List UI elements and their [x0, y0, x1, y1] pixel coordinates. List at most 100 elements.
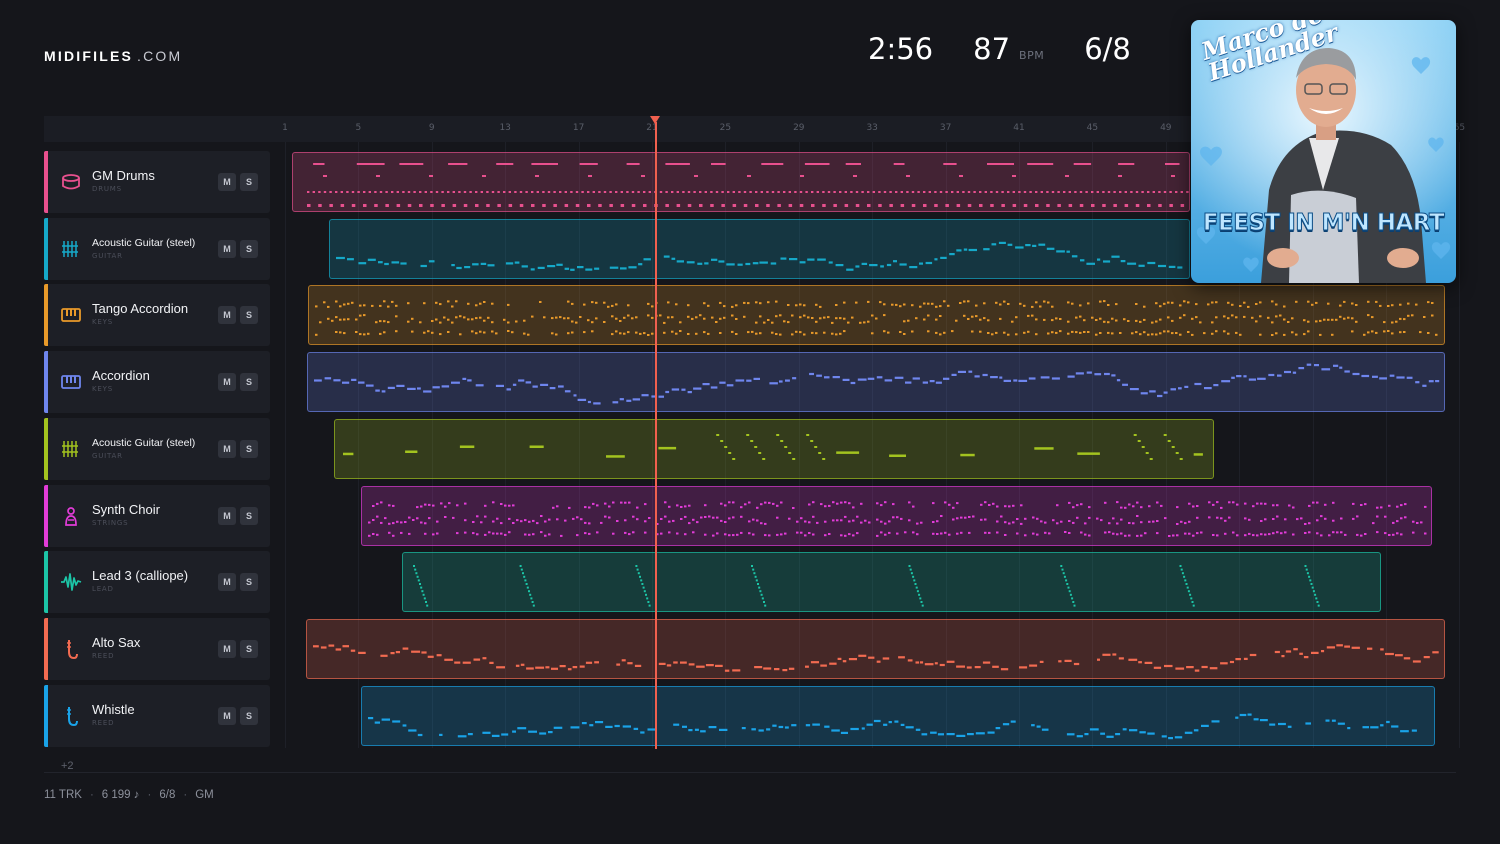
track-header[interactable]: Whistle REED M S: [44, 684, 270, 747]
mute-button[interactable]: M: [218, 373, 236, 392]
midi-note: [1102, 191, 1105, 193]
midi-note: [1156, 519, 1159, 522]
midi-note: [956, 204, 961, 207]
midi-note: [1040, 376, 1050, 379]
midi-note: [724, 520, 727, 523]
solo-button[interactable]: S: [240, 439, 258, 458]
midi-note: [1191, 318, 1194, 321]
midi-note: [1073, 604, 1076, 607]
midi-note: [966, 666, 972, 669]
solo-button[interactable]: S: [240, 373, 258, 392]
midi-note: [831, 728, 840, 732]
midi-note: [1010, 720, 1016, 723]
midi-note: [761, 597, 764, 600]
midi-note: [1248, 378, 1256, 381]
midi-clip[interactable]: [361, 685, 1435, 746]
midi-note: [526, 667, 534, 670]
midi-clip[interactable]: [361, 485, 1432, 546]
midi-note: [459, 445, 475, 448]
midi-note: [916, 522, 919, 525]
midi-note: [600, 521, 603, 524]
midi-note: [895, 191, 898, 193]
midi-note: [1059, 330, 1062, 333]
midi-clip[interactable]: [306, 618, 1445, 679]
midi-note: [359, 314, 362, 317]
solo-button[interactable]: S: [240, 639, 258, 658]
track-header[interactable]: Accordion KEYS M S: [44, 351, 270, 414]
midi-note: [1364, 532, 1367, 535]
midi-note: [532, 519, 535, 522]
midi-note: [1164, 516, 1167, 519]
midi-note: [480, 191, 483, 193]
midi-clip[interactable]: [292, 152, 1190, 212]
midi-note: [1067, 586, 1070, 589]
midi-note: [712, 534, 715, 537]
midi-note: [603, 321, 606, 324]
track-header[interactable]: Acoustic Guitar (steel) GUITAR M S: [44, 417, 270, 480]
midi-note: [343, 303, 346, 306]
midi-note: [340, 204, 345, 207]
mute-button[interactable]: M: [218, 706, 236, 725]
more-tracks-indicator[interactable]: +2: [61, 760, 74, 772]
mute-button[interactable]: M: [218, 573, 236, 592]
track-header[interactable]: Lead 3 (calliope) LEAD M S: [44, 551, 270, 614]
midi-clip[interactable]: [334, 418, 1214, 479]
midi-note: [939, 315, 942, 318]
midi-note: [1367, 301, 1370, 304]
mute-button[interactable]: M: [218, 239, 236, 258]
midi-note: [628, 501, 631, 504]
midi-note: [527, 334, 530, 337]
track-header[interactable]: Synth Choir STRINGS M S: [44, 484, 270, 547]
midi-note: [848, 657, 857, 661]
mute-button[interactable]: M: [218, 173, 236, 191]
midi-note: [759, 315, 762, 318]
solo-button[interactable]: S: [240, 173, 258, 191]
mute-button[interactable]: M: [218, 439, 236, 458]
track-header[interactable]: Tango Accordion KEYS M S: [44, 284, 270, 347]
playhead-line[interactable]: [655, 122, 657, 749]
midi-note: [1158, 191, 1161, 193]
midi-note: [1284, 517, 1287, 520]
solo-button[interactable]: S: [240, 306, 258, 325]
midi-clip[interactable]: [307, 352, 1445, 413]
solo-button[interactable]: S: [240, 506, 258, 525]
midi-note: [532, 532, 535, 535]
midi-note: [1268, 373, 1275, 377]
track-header[interactable]: Alto Sax REED M S: [44, 617, 270, 680]
midi-note: [1068, 519, 1071, 522]
midi-note: [1375, 332, 1378, 335]
midi-note: [1025, 243, 1031, 246]
midi-clip[interactable]: [402, 552, 1381, 613]
midi-note: [1411, 314, 1414, 317]
midi-note: [679, 330, 682, 333]
midi-note: [645, 593, 647, 596]
midi-note: [708, 725, 717, 728]
album-art: Marco de Hollander FEEST IN M'N HART: [1191, 20, 1456, 283]
mute-button[interactable]: M: [218, 306, 236, 325]
midi-note: [595, 720, 604, 723]
midi-note: [564, 191, 567, 193]
midi-note: [820, 664, 827, 667]
midi-note: [974, 375, 980, 378]
ruler-tick: 1: [282, 123, 288, 133]
track-header[interactable]: Acoustic Guitar (steel) GUITAR M S: [44, 217, 270, 280]
midi-note: [791, 314, 794, 317]
midi-note: [1143, 331, 1146, 334]
solo-button[interactable]: S: [240, 573, 258, 592]
mute-button[interactable]: M: [218, 506, 236, 525]
midi-note: [1236, 533, 1239, 536]
solo-button[interactable]: S: [240, 239, 258, 258]
mute-button[interactable]: M: [218, 639, 236, 658]
midi-note: [1400, 503, 1403, 506]
midi-note: [811, 204, 815, 207]
midi-note: [1058, 660, 1062, 663]
midi-clip[interactable]: [308, 285, 1445, 346]
track-header[interactable]: GM Drums DRUMS M S: [44, 151, 270, 213]
solo-button[interactable]: S: [240, 706, 258, 725]
midi-note: [810, 439, 814, 442]
midi-note: [639, 575, 641, 578]
midi-note: [943, 332, 946, 335]
midi-note: [710, 204, 714, 207]
midi-clip[interactable]: [329, 218, 1190, 279]
midi-standard: GM: [195, 789, 214, 801]
